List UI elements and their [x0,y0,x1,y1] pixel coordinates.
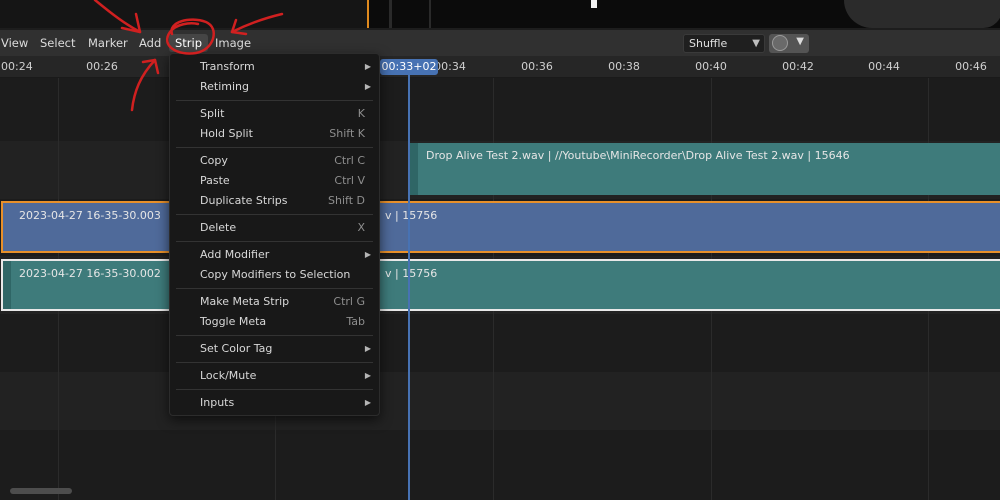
sound-strip[interactable]: Drop Alive Test 2.wav | //Youtube\MiniRe… [410,143,1000,195]
ruler-tick: 00:34 [434,60,466,73]
menu-separator [176,241,373,242]
menu-item-add-modifier[interactable]: Add Modifier ▶ [170,245,379,265]
menu-separator [176,335,373,336]
magnet-icon [772,35,788,51]
submenu-arrow-icon: ▶ [364,62,371,71]
strip-label-suffix: v | 15756 [385,267,438,280]
channel-lane [0,372,1000,430]
submenu-arrow-icon: ▶ [364,398,371,407]
menu-add[interactable]: Add [133,34,167,52]
current-frame-indicator[interactable]: 00:33+02 [380,59,438,75]
ruler-tick: 00:44 [868,60,900,73]
menu-marker[interactable]: Marker [82,34,134,52]
menu-image[interactable]: Image [209,34,257,52]
menu-item-paste[interactable]: Paste Ctrl V [170,171,379,191]
strip-menu: Transform ▶ Retiming ▶ Split K Hold Spli… [169,53,380,416]
menu-item-delete[interactable]: Delete X [170,218,379,238]
chevron-down-icon: ▼ [752,38,760,49]
overlap-mode-value: Shuffle [689,37,728,50]
menu-item-set-color-tag[interactable]: Set Color Tag ▶ [170,339,379,359]
menu-item-make-meta-strip[interactable]: Make Meta Strip Ctrl G [170,292,379,312]
submenu-arrow-icon: ▶ [364,371,371,380]
horizontal-scrollbar[interactable] [10,488,72,494]
movie-strip-selected[interactable]: 2023-04-27 16-35-30.003 v | 15756 [1,201,1000,253]
overlap-mode-select[interactable]: Shuffle ▼ [683,34,765,53]
ruler-tick: 00:24 [1,60,33,73]
submenu-arrow-icon: ▶ [364,82,371,91]
chevron-down-icon[interactable]: ▼ [796,36,804,47]
playhead[interactable] [408,75,410,500]
preview-area [0,0,1000,28]
preview-image [367,0,1000,28]
strip-label: 2023-04-27 16-35-30.002 [19,267,161,280]
channel-lane [0,314,1000,372]
menu-item-transform[interactable]: Transform ▶ [170,57,379,77]
channel-lane [0,430,1000,500]
strip-label-suffix: v | 15756 [385,209,438,222]
menu-item-copy[interactable]: Copy Ctrl C [170,151,379,171]
time-ruler[interactable]: 00:24 00:26 00:34 00:36 00:38 00:40 00:4… [0,56,1000,78]
strip-label: 2023-04-27 16-35-30.003 [19,209,161,222]
menu-strip[interactable]: Strip [169,34,209,52]
menu-select[interactable]: Select [34,34,81,52]
sequencer-timeline[interactable]: Drop Alive Test 2.wav | //Youtube\MiniRe… [0,78,1000,500]
menu-separator [176,389,373,390]
menu-view[interactable]: View [0,34,34,52]
menu-item-split[interactable]: Split K [170,104,379,124]
channel-lane [0,78,1000,141]
ruler-tick: 00:40 [695,60,727,73]
ruler-tick: 00:46 [955,60,987,73]
submenu-arrow-icon: ▶ [364,250,371,259]
submenu-arrow-icon: ▶ [364,344,371,353]
menu-separator [176,362,373,363]
menu-item-duplicate-strips[interactable]: Duplicate Strips Shift D [170,191,379,211]
menu-separator [176,147,373,148]
menu-item-copy-modifiers[interactable]: Copy Modifiers to Selection [170,265,379,285]
menu-item-hold-split[interactable]: Hold Split Shift K [170,124,379,144]
sequencer-header: View Select Marker Add Strip Image Shuff… [0,30,1000,56]
menu-separator [176,100,373,101]
snap-toggle[interactable]: ▼ [769,34,809,53]
ruler-tick: 00:26 [86,60,118,73]
ruler-tick: 00:38 [608,60,640,73]
menu-item-toggle-meta[interactable]: Toggle Meta Tab [170,312,379,332]
menu-item-lock-mute[interactable]: Lock/Mute ▶ [170,366,379,386]
ruler-tick: 00:36 [521,60,553,73]
menu-separator [176,214,373,215]
strip-label: Drop Alive Test 2.wav | //Youtube\MiniRe… [426,149,850,162]
sound-strip-selected[interactable]: 2023-04-27 16-35-30.002 v | 15756 [1,259,1000,311]
menu-item-inputs[interactable]: Inputs ▶ [170,393,379,413]
ruler-tick: 00:42 [782,60,814,73]
menu-separator [176,288,373,289]
menu-item-retiming[interactable]: Retiming ▶ [170,77,379,97]
